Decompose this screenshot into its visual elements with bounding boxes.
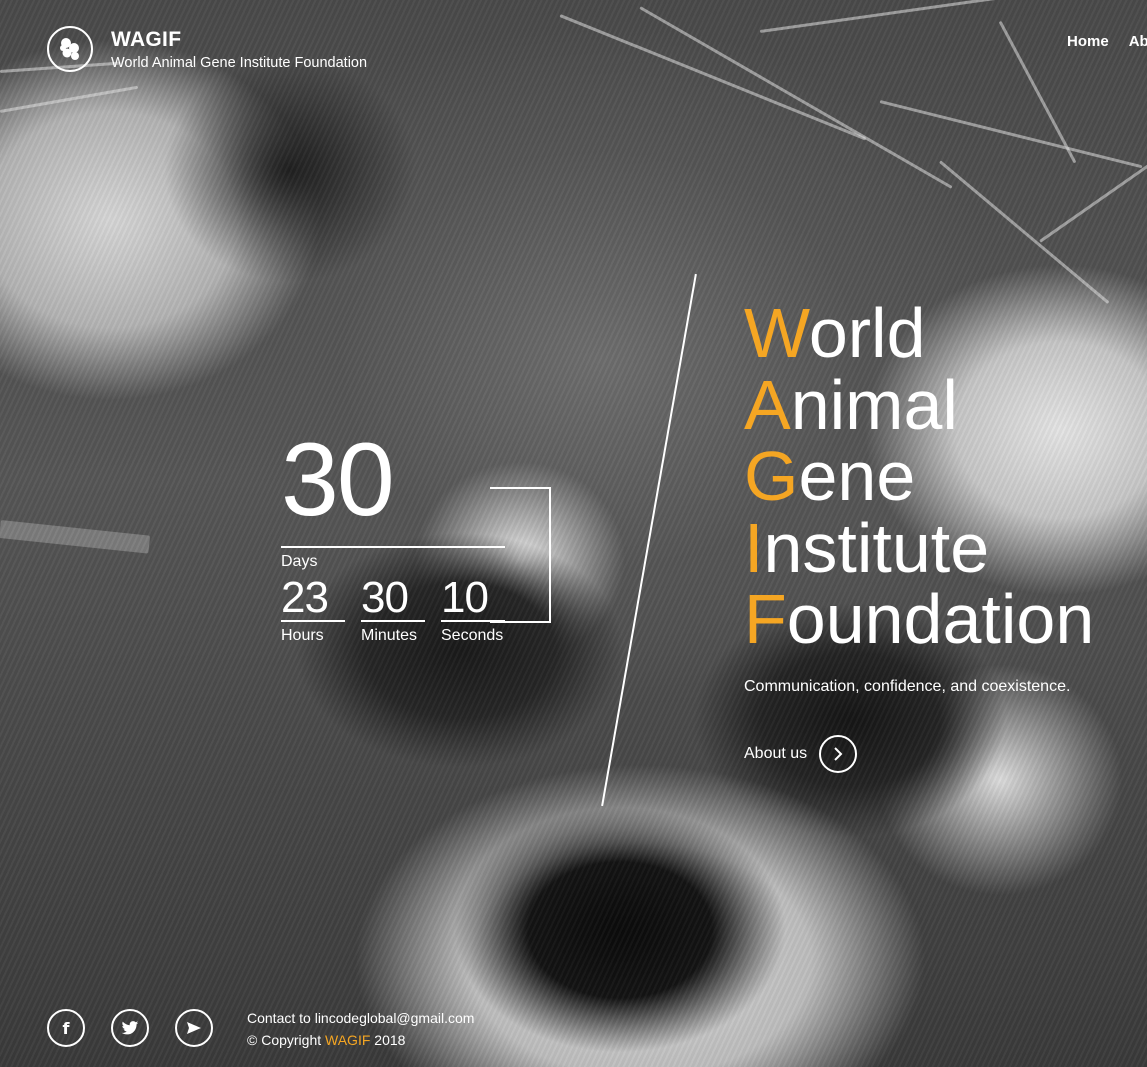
countdown-minutes: 30 Minutes: [361, 576, 425, 645]
hero-initial: I: [744, 508, 764, 587]
logo[interactable]: [47, 26, 93, 72]
hero-line-foundation: Foundation: [744, 583, 1094, 656]
copyright-brand[interactable]: WAGIF: [325, 1032, 370, 1048]
countdown-days-value: 30: [281, 422, 395, 538]
minutes-value: 30: [361, 573, 409, 622]
dna-cells-icon: [60, 38, 79, 60]
copyright-prefix: © Copyright: [247, 1032, 326, 1048]
hero-initial: F: [744, 580, 787, 658]
hero-line-rest: nimal: [790, 365, 958, 444]
hero-line-rest: ene: [798, 437, 916, 515]
main-nav: Home Abo: [1067, 33, 1147, 50]
hero-title: World Animal Gene Institute Foundation: [744, 297, 1094, 656]
brand-title[interactable]: WAGIF: [111, 28, 181, 52]
hero-initial: G: [744, 437, 799, 515]
about-us-label: About us: [744, 745, 808, 762]
countdown-hours: 23 Hours: [281, 576, 345, 645]
twitter-icon: [121, 1020, 139, 1034]
facebook-button[interactable]: f: [47, 1009, 85, 1047]
hero-line-rest: oundation: [786, 580, 1095, 658]
countdown-days-label: Days: [281, 553, 318, 570]
hero-line-rest: orld: [808, 294, 926, 372]
send-icon: [187, 1022, 201, 1034]
hero-line-institute: Institute: [744, 512, 1094, 585]
hero-line-world: World: [744, 297, 1094, 370]
about-us-button[interactable]: About us: [744, 734, 858, 774]
hero-line-animal: Animal: [744, 369, 1094, 442]
twitter-button[interactable]: [111, 1009, 149, 1047]
hero-line-rest: nstitute: [763, 508, 990, 587]
hero-tagline: Communication, confidence, and coexisten…: [744, 678, 1071, 695]
send-button[interactable]: [175, 1009, 213, 1047]
days-underline: [281, 546, 505, 548]
chevron-right-icon: [819, 735, 858, 773]
facebook-icon: f: [62, 1018, 70, 1038]
seconds-value: 10: [441, 573, 489, 622]
contact-text: Contact to lincodeglobal@gmail.com: [247, 1010, 475, 1026]
seconds-label: Seconds: [441, 627, 504, 644]
hours-label: Hours: [281, 627, 324, 644]
countdown-seconds: 10 Seconds: [441, 576, 505, 645]
brand-subtitle: World Animal Gene Institute Foundation: [111, 55, 368, 71]
hero-initial: W: [744, 294, 809, 372]
hero-line-gene: Gene: [744, 440, 1094, 513]
nav-about[interactable]: Abo: [1129, 33, 1147, 50]
copyright: © Copyright WAGIF 2018: [247, 1032, 405, 1048]
copyright-year: 2018: [370, 1032, 406, 1048]
hero-initial: A: [744, 365, 791, 444]
hours-value: 23: [281, 573, 329, 622]
nav-home[interactable]: Home: [1067, 33, 1109, 50]
minutes-label: Minutes: [361, 627, 418, 644]
